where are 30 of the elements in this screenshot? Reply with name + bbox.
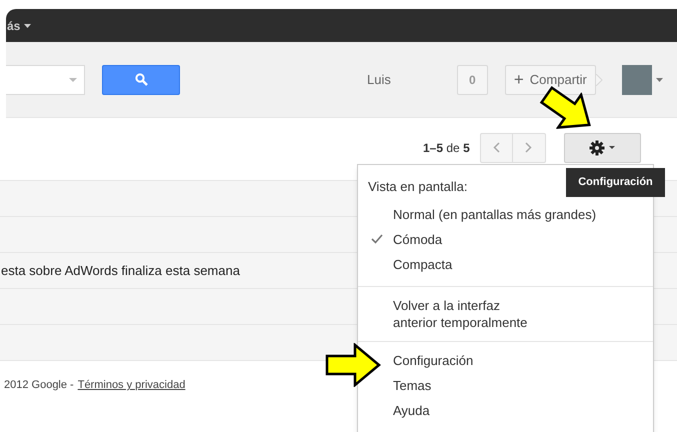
settings-tooltip: Configuración (566, 168, 665, 197)
terms-link[interactable]: Términos y privacidad (78, 377, 186, 394)
page-range: 1–5 de 5 (423, 140, 470, 156)
menu-item[interactable]: Ayuda (393, 402, 430, 418)
caret-icon (69, 78, 77, 82)
search-button[interactable] (102, 64, 180, 94)
menu-item[interactable]: Volver a la interfaz anterior temporalmente (393, 296, 528, 330)
share-button[interactable]: + Compartir (504, 64, 596, 94)
menu-item[interactable]: Normal (en pantallas más grandes) (393, 206, 596, 222)
menu-heading: Vista en pantalla: (368, 178, 468, 196)
caret-icon (656, 78, 663, 82)
avatar-placeholder[interactable] (622, 64, 652, 94)
user-name[interactable]: Luis (367, 70, 391, 90)
more-menu[interactable]: ás (6, 16, 32, 34)
chevron-left-icon (492, 142, 500, 153)
caret-icon (609, 146, 616, 149)
caret-icon (24, 24, 32, 28)
search-field[interactable] (6, 64, 85, 94)
message-subject: esta sobre AdWords finaliza esta semana (1, 262, 240, 280)
settings-icon (589, 140, 606, 156)
menu-item[interactable]: Cómoda (393, 230, 442, 248)
chevron-right-icon (525, 142, 532, 153)
settings-button[interactable] (564, 132, 641, 162)
pointer-arrow (325, 343, 381, 387)
menu-item[interactable]: Configuración (393, 352, 474, 368)
pointer-icon (596, 74, 603, 86)
menu-item[interactable]: Temas (393, 376, 432, 394)
search-icon (134, 73, 148, 86)
copyright-text: 2012 Google - (4, 378, 74, 393)
menu-item[interactable]: Compacta (393, 256, 452, 272)
